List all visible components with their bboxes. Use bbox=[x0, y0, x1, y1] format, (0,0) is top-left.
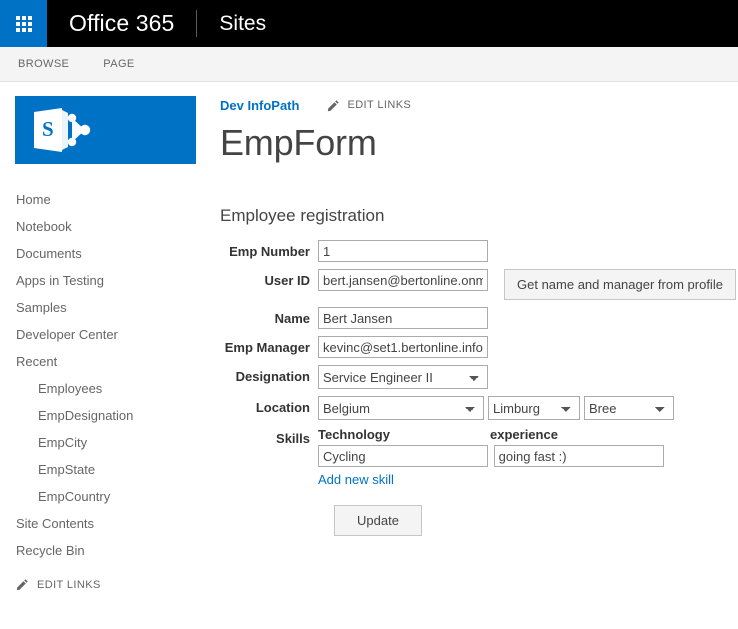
label-name: Name bbox=[274, 311, 310, 326]
sidebar-edit-links-button[interactable]: EDIT LINKS bbox=[0, 578, 196, 591]
skills-row bbox=[318, 445, 664, 467]
control-name bbox=[318, 307, 488, 329]
page-body: S Home Notebook Documents Apps in Testin… bbox=[0, 82, 738, 629]
label-emp-manager: Emp Manager bbox=[224, 340, 310, 355]
sidebar-edit-links-label: EDIT LINKS bbox=[37, 578, 101, 591]
skill-experience-input[interactable] bbox=[493, 445, 664, 467]
field-row-emp-manager: Emp Manager bbox=[220, 336, 738, 358]
skills-header-technology: Technology bbox=[318, 427, 390, 442]
control-emp-number bbox=[318, 240, 488, 262]
breadcrumb-site-link[interactable]: Dev InfoPath bbox=[220, 98, 299, 113]
sidebar-item-recent[interactable]: Recent bbox=[16, 348, 196, 375]
sidebar-item-empstate[interactable]: EmpState bbox=[16, 456, 196, 483]
sidebar-item-employees[interactable]: Employees bbox=[16, 375, 196, 402]
field-row-user-id: User ID Get name and manager from profil… bbox=[220, 269, 738, 300]
emp-manager-input[interactable] bbox=[318, 336, 488, 358]
page-title: EmpForm bbox=[220, 122, 377, 163]
tab-page[interactable]: PAGE bbox=[101, 54, 136, 74]
field-row-designation: Designation Service Engineer II bbox=[220, 365, 738, 389]
breadcrumb: Dev InfoPath EDIT LINKS bbox=[220, 96, 738, 114]
svg-text:S: S bbox=[42, 117, 54, 141]
form-section-title: Employee registration bbox=[220, 206, 385, 225]
control-skills: Technology experience Add new skill bbox=[318, 427, 664, 487]
field-row-emp-number: Emp Number bbox=[220, 240, 738, 262]
control-user-id: Get name and manager from profile bbox=[318, 269, 736, 300]
sidebar-item-recycle-bin[interactable]: Recycle Bin bbox=[16, 537, 196, 564]
designation-select[interactable]: Service Engineer II bbox=[318, 365, 488, 389]
pencil-icon bbox=[328, 99, 340, 111]
update-button[interactable]: Update bbox=[334, 505, 422, 536]
app-launcher-waffle-icon bbox=[15, 15, 32, 32]
label-location: Location bbox=[255, 400, 310, 415]
skills-header-experience: experience bbox=[490, 427, 558, 442]
main-column: Dev InfoPath EDIT LINKS EmpForm Employee… bbox=[196, 82, 738, 543]
label-skills: Skills bbox=[276, 431, 310, 446]
location-country-select[interactable]: Belgium bbox=[318, 396, 484, 420]
sidebar-item-notebook[interactable]: Notebook bbox=[16, 213, 196, 240]
sidebar-item-apps-in-testing[interactable]: Apps in Testing bbox=[16, 267, 196, 294]
sidebar-item-site-contents[interactable]: Site Contents bbox=[16, 510, 196, 537]
user-id-input[interactable] bbox=[318, 269, 488, 291]
app-launcher-button[interactable] bbox=[0, 0, 47, 47]
location-state-select[interactable]: Limburg bbox=[488, 396, 580, 420]
sidebar-item-empcountry[interactable]: EmpCountry bbox=[16, 483, 196, 510]
sidebar-item-empcity[interactable]: EmpCity bbox=[16, 429, 196, 456]
label-emp-number: Emp Number bbox=[229, 244, 310, 259]
left-column: S Home Notebook Documents Apps in Testin… bbox=[0, 82, 196, 591]
sharepoint-logo-icon: S bbox=[34, 108, 91, 152]
get-name-and-manager-from-profile-button[interactable]: Get name and manager from profile bbox=[504, 269, 736, 300]
control-emp-manager bbox=[318, 336, 488, 358]
sidebar-item-home[interactable]: Home bbox=[16, 186, 196, 213]
header-edit-links-label: EDIT LINKS bbox=[347, 99, 412, 111]
tab-browse[interactable]: BROWSE bbox=[16, 54, 71, 74]
control-designation: Service Engineer II bbox=[318, 365, 488, 389]
label-update-spacer bbox=[220, 505, 318, 509]
sidebar-item-samples[interactable]: Samples bbox=[16, 294, 196, 321]
skill-technology-input[interactable] bbox=[318, 445, 488, 467]
field-row-location: Location Belgium Limburg Bree bbox=[220, 396, 738, 420]
control-location: Belgium Limburg Bree bbox=[318, 396, 674, 420]
ribbon-tab-bar: BROWSE PAGE bbox=[0, 47, 738, 82]
location-city-select[interactable]: Bree bbox=[584, 396, 674, 420]
name-input[interactable] bbox=[318, 307, 488, 329]
pencil-icon bbox=[16, 579, 28, 591]
office365-brand[interactable]: Office 365 bbox=[47, 0, 196, 47]
label-user-id: User ID bbox=[264, 273, 310, 288]
sharepoint-logo[interactable]: S bbox=[15, 96, 196, 164]
suite-bar: Office 365 Sites bbox=[0, 0, 738, 47]
sidebar-item-empdesignation[interactable]: EmpDesignation bbox=[16, 402, 196, 429]
emp-number-input[interactable] bbox=[318, 240, 488, 262]
control-update: Update bbox=[318, 505, 422, 536]
header-edit-links-button[interactable]: EDIT LINKS bbox=[327, 99, 411, 112]
left-navigation: Home Notebook Documents Apps in Testing … bbox=[0, 186, 196, 564]
field-row-update: Update bbox=[220, 505, 738, 536]
sidebar-item-developer-center[interactable]: Developer Center bbox=[16, 321, 196, 348]
add-new-skill-link[interactable]: Add new skill bbox=[318, 472, 394, 487]
label-designation: Designation bbox=[235, 369, 310, 384]
sidebar-item-documents[interactable]: Documents bbox=[16, 240, 196, 267]
field-row-name: Name bbox=[220, 307, 738, 329]
skills-column-headers: Technology experience bbox=[318, 427, 664, 443]
suite-nav-sites[interactable]: Sites bbox=[197, 0, 288, 47]
field-row-skills: Skills Technology experience Add new ski… bbox=[220, 427, 738, 487]
